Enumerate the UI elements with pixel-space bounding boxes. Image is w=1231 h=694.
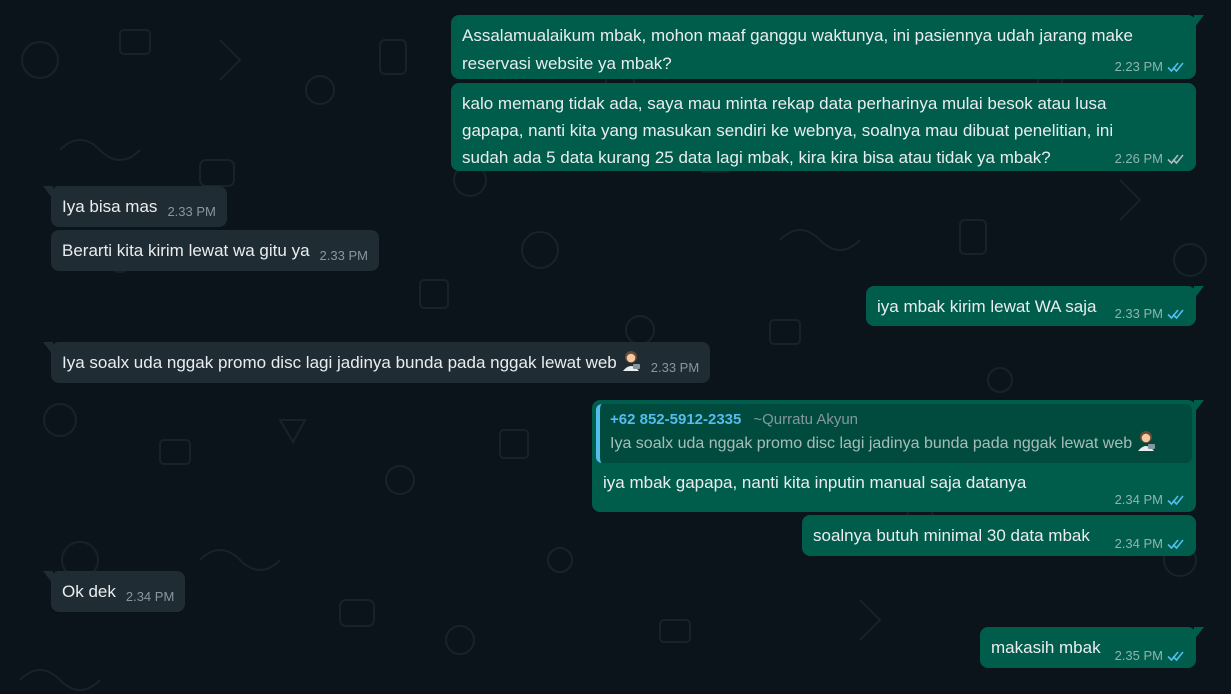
woman-technologist-emoji-icon [1138,431,1156,451]
woman-technologist-emoji-icon [622,351,640,371]
message-bubble-outgoing-reply[interactable]: +62 852-5912-2335 ~Qurratu Akyun Iya soa… [592,400,1204,512]
read-double-check-icon [1167,495,1184,506]
message-text: makasih mbak [991,638,1101,657]
message-text: soalnya butuh minimal 30 data mbak [813,526,1090,545]
message-bubble-outgoing[interactable]: makasih mbak 2.35 PM [980,627,1204,668]
message-text: iya mbak kirim lewat WA saja [877,297,1097,316]
read-double-check-icon [1167,62,1184,73]
message-text: iya mbak gapapa, nanti kita inputin manu… [603,473,1027,492]
message-bubble-outgoing[interactable]: kalo memang tidak ada, saya mau minta re… [451,83,1196,171]
conversation-panel[interactable]: Assalamualaikum mbak, mohon maaf ganggu … [0,0,1231,694]
quoted-message[interactable]: +62 852-5912-2335 ~Qurratu Akyun Iya soa… [596,404,1192,463]
read-double-check-icon [1167,651,1184,662]
quoted-sender-phone: +62 852-5912-2335 [610,411,742,428]
message-text: kalo memang tidak ada, saya mau minta re… [462,94,1114,167]
quoted-text: Iya soalx uda nggak promo disc lagi jadi… [610,435,1133,452]
message-bubble-outgoing[interactable]: iya mbak kirim lewat WA saja 2.33 PM [866,286,1204,326]
message-time: 2.34 PM [1114,536,1163,551]
message-meta: 2.26 PM [1115,151,1185,167]
message-text: Ok dek [62,582,116,601]
message-bubble-outgoing[interactable]: Assalamualaikum mbak, mohon maaf ganggu … [451,15,1204,79]
message-text: Assalamualaikum mbak, mohon maaf ganggu … [462,26,1133,73]
message-text: Berarti kita kirim lewat wa gitu ya [62,241,310,260]
message-time: 2.33 PM [167,204,216,219]
delivered-double-check-icon [1167,154,1184,165]
message-time: 2.23 PM [1114,59,1163,74]
read-double-check-icon [1167,309,1184,320]
message-bubble-incoming[interactable]: Iya bisa mas 2.33 PM [43,186,227,227]
message-bubble-incoming[interactable]: Iya soalx uda nggak promo disc lagi jadi… [42,342,711,383]
message-time: 2.33 PM [1114,306,1163,321]
message-time: 2.26 PM [1114,151,1163,166]
message-meta: 2.34 PM [1115,536,1185,552]
message-time: 2.34 PM [125,589,175,604]
read-double-check-icon [1167,539,1184,550]
message-meta: 2.23 PM [1115,59,1185,75]
quoted-sender-name: ~Qurratu Akyun [753,411,859,428]
message-text: Iya bisa mas [62,197,158,216]
message-meta: 2.35 PM [1115,648,1185,664]
message-time: 2.33 PM [650,360,700,375]
message-bubble-incoming[interactable]: Ok dek 2.34 PM [42,571,186,612]
message-meta: 2.33 PM [1115,306,1185,322]
message-bubble-outgoing[interactable]: soalnya butuh minimal 30 data mbak 2.34 … [802,515,1196,556]
message-text: Iya soalx uda nggak promo disc lagi jadi… [62,353,617,372]
message-meta: 2.34 PM [1115,492,1185,508]
message-time: 2.35 PM [1114,648,1163,663]
message-bubble-incoming[interactable]: Berarti kita kirim lewat wa gitu ya 2.33 … [51,230,379,271]
message-time: 2.34 PM [1114,492,1163,507]
message-time: 2.33 PM [319,248,368,263]
